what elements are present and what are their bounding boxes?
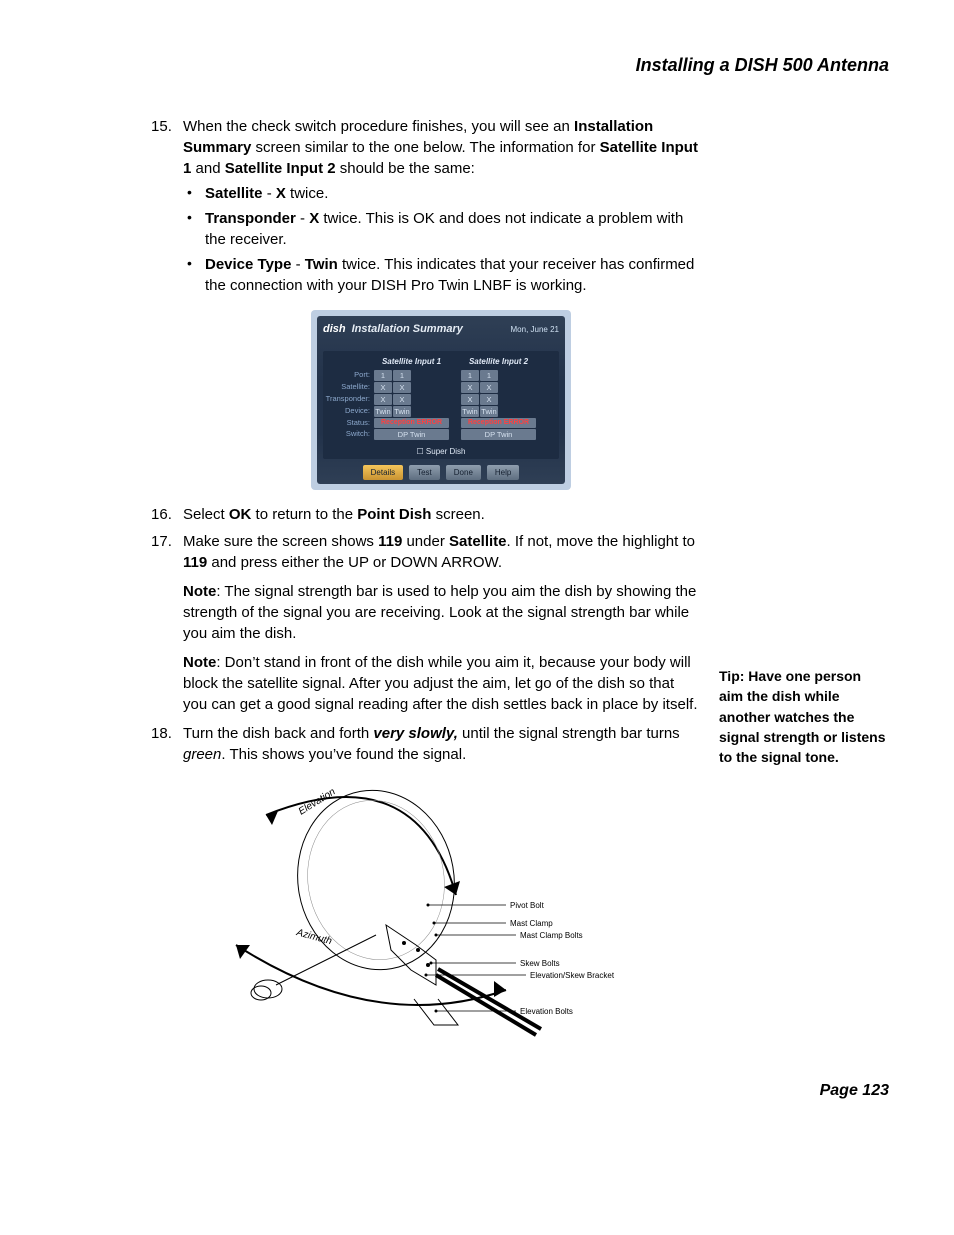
row-status: Status: (325, 418, 373, 429)
main-content: When the check switch procedure finishes… (155, 116, 699, 1081)
bullet-rest: twice. (286, 185, 329, 202)
screenshot-title: Installation Summary (352, 322, 463, 337)
step15-bullet-satellite: Satellite - X twice. (183, 183, 699, 204)
step17-text4: and press either the (207, 554, 348, 571)
cell-error: Reception ERROR (461, 418, 536, 428)
step16-text3: screen. (431, 506, 484, 523)
step17-up: UP (348, 554, 369, 571)
step17-note1: Note: The signal strength bar is used to… (183, 581, 699, 644)
step17-text5: . (498, 554, 502, 571)
bullet-value: X (276, 185, 286, 202)
note-body: : The signal strength bar is used to hel… (183, 583, 696, 642)
cell: X (374, 382, 392, 393)
cell-error: Reception ERROR (374, 418, 449, 428)
step17-text3: . If not, move the highlight to (507, 533, 695, 550)
cell: DP Twin (461, 429, 536, 440)
col-header-1: Satellite Input 1 (374, 355, 449, 368)
test-button: Test (409, 465, 440, 480)
step15-text-3: and (191, 160, 224, 177)
step15-bold-3: Satellite Input 2 (225, 160, 336, 177)
step18-em: very slowly, (373, 725, 458, 742)
dish-logo: dish (323, 322, 346, 337)
step16-pointdish: Point Dish (357, 506, 431, 523)
bullet-sep: - (263, 185, 276, 202)
step17-satellite: Satellite (449, 533, 507, 550)
sidebar-tip: Tip: Have one person aim the dish while … (719, 666, 889, 767)
label-pivot-bolt: Pivot Bolt (510, 901, 545, 910)
step17-119b: 119 (183, 554, 207, 571)
cell: 1 (393, 370, 411, 381)
bullet-value: X (309, 210, 319, 227)
cell: X (393, 394, 411, 405)
step-17: Make sure the screen shows 119 under Sat… (155, 531, 699, 715)
cell: Twin (480, 406, 498, 417)
cell: Twin (461, 406, 479, 417)
step16-ok: OK (229, 506, 252, 523)
step17-119a: 119 (378, 533, 402, 550)
cell: X (480, 394, 498, 405)
bullet-sep: - (291, 256, 304, 273)
note-lead: Note (183, 583, 216, 600)
cell: X (461, 394, 479, 405)
row-satellite: Satellite: (325, 382, 373, 393)
cell: X (393, 382, 411, 393)
bullet-value: Twin (305, 256, 338, 273)
label-skew-bolts: Skew Bolts (520, 959, 560, 968)
step18-text: Turn the dish back and forth (183, 725, 373, 742)
cell: 1 (461, 370, 479, 381)
cell: Twin (374, 406, 392, 417)
superdish-checkbox: Super Dish (325, 446, 557, 457)
installation-summary-screenshot: dish Installation Summary Mon, June 21 S… (311, 310, 571, 490)
step17-note2: Note: Don’t stand in front of the dish w… (183, 652, 699, 715)
label-elevation-bracket: Elevation/Skew Bracket (530, 971, 615, 980)
step15-bullet-device: Device Type - Twin twice. This indicates… (183, 254, 699, 296)
step17-or: or (369, 554, 391, 571)
row-switch: Switch: (325, 429, 373, 440)
step16-text: Select (183, 506, 229, 523)
step17-text: Make sure the screen shows (183, 533, 378, 550)
done-button: Done (446, 465, 481, 480)
screenshot-date: Mon, June 21 (511, 324, 559, 335)
step-18: Turn the dish back and forth very slowly… (155, 723, 699, 1075)
row-transponder: Transponder: (325, 394, 373, 405)
note-lead: Note (183, 654, 216, 671)
bullet-label: Satellite (205, 185, 263, 202)
page-header-title: Installing a DISH 500 Antenna (65, 55, 889, 76)
label-mast-clamp-bolts: Mast Clamp Bolts (520, 931, 583, 940)
step15-bullet-transponder: Transponder - X twice. This is OK and do… (183, 208, 699, 250)
step-16: Select OK to return to the Point Dish sc… (155, 504, 699, 525)
step17-down: DOWN ARROW (390, 554, 498, 571)
row-port: Port: (325, 370, 373, 381)
cell: X (374, 394, 392, 405)
label-mast-clamp: Mast Clamp (510, 919, 553, 928)
step18-green: green (183, 746, 221, 763)
azimuth-axis-label: Azimuth (294, 927, 333, 947)
step16-text2: to return to the (251, 506, 357, 523)
sidebar: Tip: Have one person aim the dish while … (719, 116, 889, 1081)
bullet-sep: - (296, 210, 309, 227)
step18-text2: until the signal strength bar turns (458, 725, 680, 742)
cell: X (461, 382, 479, 393)
cell: 1 (480, 370, 498, 381)
cell: DP Twin (374, 429, 449, 440)
step18-text3: . This shows you’ve found the signal. (221, 746, 466, 763)
step15-text-1: When the check switch procedure finishes… (183, 118, 574, 135)
step-15: When the check switch procedure finishes… (155, 116, 699, 490)
step17-text2: under (402, 533, 449, 550)
bullet-label: Device Type (205, 256, 291, 273)
note-body: : Don’t stand in front of the dish while… (183, 654, 697, 713)
dish-aiming-diagram: Pivot Bolt Mast Clamp Mast Clamp Bolts S… (206, 775, 676, 1075)
col-header-2: Satellite Input 2 (461, 355, 536, 368)
cell: X (480, 382, 498, 393)
row-device: Device: (325, 406, 373, 417)
step15-text-2: screen similar to the one below. The inf… (251, 139, 599, 156)
cell: Twin (393, 406, 411, 417)
bullet-label: Transponder (205, 210, 296, 227)
step15-text-4: should be the same: (336, 160, 475, 177)
label-elevation-bolts: Elevation Bolts (520, 1007, 573, 1016)
details-button: Details (363, 465, 403, 480)
help-button: Help (487, 465, 519, 480)
page-number: Page 123 (820, 1082, 889, 1100)
cell: 1 (374, 370, 392, 381)
